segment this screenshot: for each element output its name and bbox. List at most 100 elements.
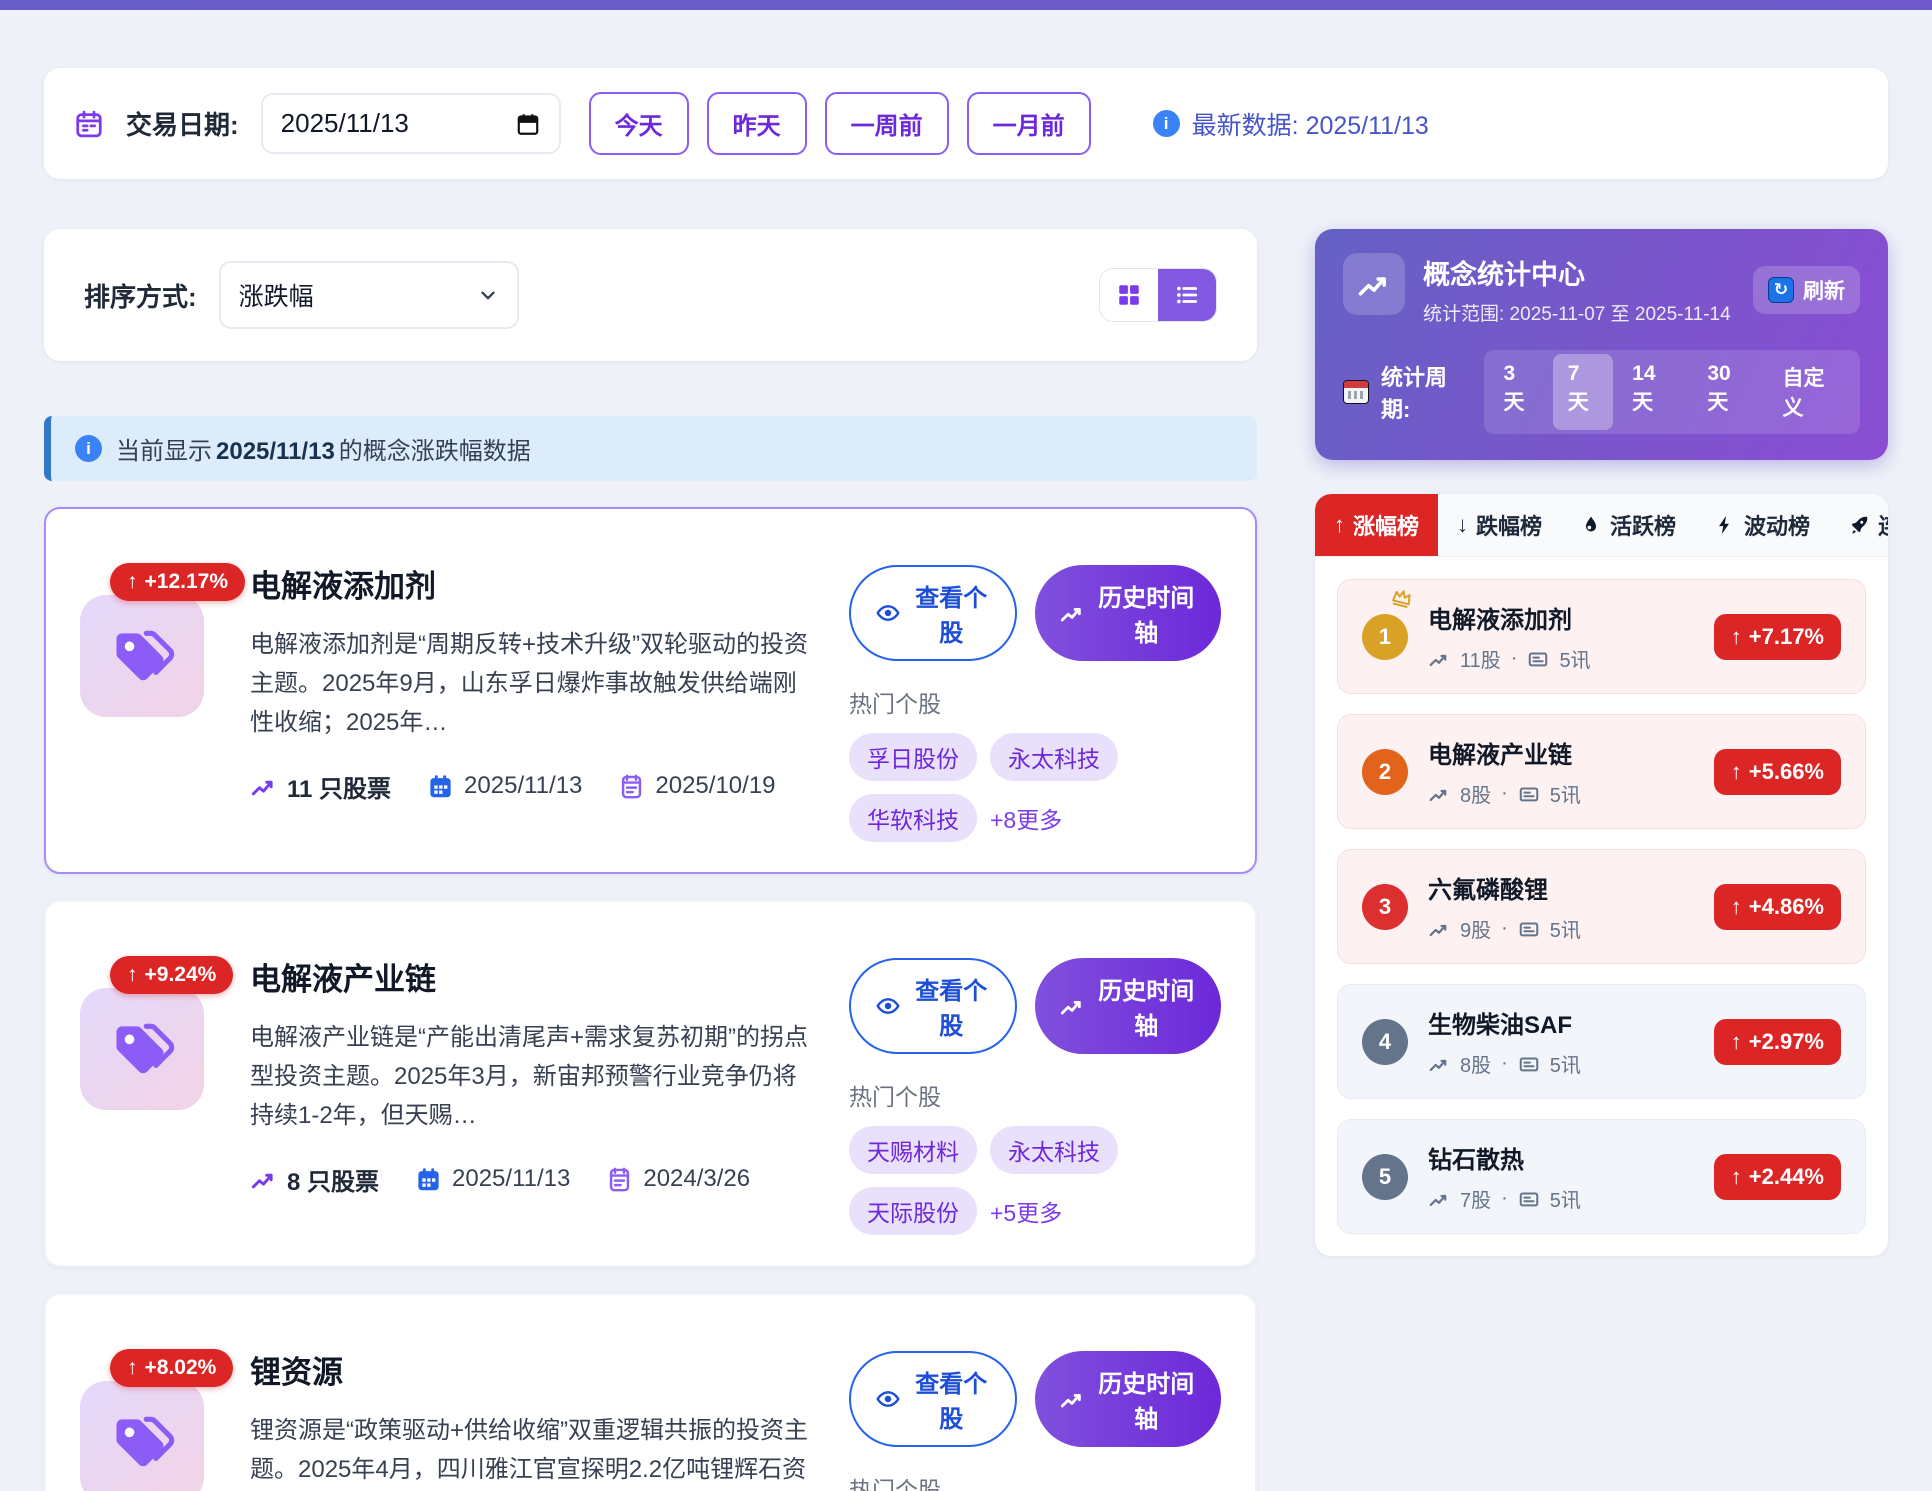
banner-text: 当前显示2025/11/13的概念涨跌幅数据 <box>116 431 531 466</box>
rank-stock-count: 9股 <box>1460 914 1491 943</box>
rank-item[interactable]: 5 钻石散热 7股 · 5讯 ↑+2.44% <box>1337 1119 1866 1234</box>
trend-chart-icon <box>250 1166 277 1193</box>
banner-prefix: 当前显示 <box>116 438 212 465</box>
concept-description: 锂资源是“政策驱动+供给收缩”双重逻辑共振的投资主题。2025年4月，四川雅江官… <box>250 1412 815 1491</box>
tab-volatility[interactable]: 波动榜 <box>1695 494 1829 556</box>
stock-chip[interactable]: 永太科技 <box>990 1126 1118 1174</box>
rank-stock-count: 11股 <box>1460 644 1501 673</box>
banner-suffix: 的概念涨跌幅数据 <box>339 438 531 465</box>
today-button[interactable]: 今天 <box>589 92 689 155</box>
yesterday-button[interactable]: 昨天 <box>707 92 807 155</box>
view-toggle <box>1099 268 1217 322</box>
stock-chip[interactable]: 孚日股份 <box>849 733 977 781</box>
rank-item-title: 生物柴油SAF <box>1428 1005 1581 1040</box>
rank-item-stats: 7股 · 5讯 <box>1428 1184 1581 1213</box>
rank-change-badge: ↑+7.17% <box>1714 614 1841 660</box>
create-date: 2024/3/26 <box>606 1165 750 1193</box>
timeline-chart-icon <box>1059 600 1085 626</box>
more-stocks-link[interactable]: +5更多 <box>990 1194 1062 1228</box>
stock-chip[interactable]: 天赐材料 <box>849 1126 977 1174</box>
rank-item[interactable]: 4 生物柴油SAF 8股 · 5讯 ↑+2.97% <box>1337 984 1866 1099</box>
stock-chip[interactable]: 永太科技 <box>990 733 1118 781</box>
date-picker-icon[interactable] <box>515 111 541 137</box>
rank-item-title: 六氟磷酸锂 <box>1428 870 1581 905</box>
latest-data-info: i 最新数据: 2025/11/13 <box>1153 106 1429 142</box>
calendar-blue-icon <box>427 773 454 800</box>
rank-change-badge: ↑+5.66% <box>1714 749 1841 795</box>
concept-body: 锂资源 锂资源是“政策驱动+供给收缩”双重逻辑共振的投资主题。2025年4月，四… <box>250 1325 815 1491</box>
tab-active[interactable]: 活跃榜 <box>1561 494 1695 556</box>
tab-streak[interactable]: 连涨榜 <box>1829 494 1888 556</box>
concept-body: 电解液产业链 电解液产业链是“产能出清尾声+需求复苏初期”的拐点型投资主题。20… <box>250 932 815 1235</box>
stock-count: 8 只股票 <box>250 1162 379 1197</box>
current-view-banner: i 当前显示2025/11/13的概念涨跌幅数据 <box>44 416 1257 481</box>
concept-description: 电解液产业链是“产能出清尾声+需求复苏初期”的拐点型投资主题。2025年3月，新… <box>250 1019 815 1136</box>
arrow-up-icon: ↑ <box>127 963 138 987</box>
list-view-button[interactable] <box>1158 269 1216 321</box>
period-14d-button[interactable]: 14天 <box>1617 354 1688 430</box>
concept-actions: 查看个股 历史时间轴 <box>849 1351 1221 1447</box>
concept-card[interactable]: ↑+12.17% 电解液添加剂 电解液添加剂是“周期反转+技术升级”双轮驱动的投… <box>44 507 1257 874</box>
date-input[interactable] <box>261 93 561 154</box>
refresh-button[interactable]: ↻ 刷新 <box>1753 266 1860 314</box>
timeline-label: 历史时间轴 <box>1095 1364 1197 1434</box>
week-ago-button[interactable]: 一周前 <box>825 92 949 155</box>
trend-chart-icon <box>1356 266 1392 302</box>
arrow-up-icon: ↑ <box>1731 1029 1742 1055</box>
month-ago-button[interactable]: 一月前 <box>967 92 1091 155</box>
tab-gainers[interactable]: ↑ 涨幅榜 <box>1315 494 1438 556</box>
period-7d-button[interactable]: 7天 <box>1553 354 1613 430</box>
period-3d-button[interactable]: 3天 <box>1488 354 1548 430</box>
view-stocks-button[interactable]: 查看个股 <box>849 958 1017 1054</box>
rank-item-body: 生物柴油SAF 8股 · 5讯 <box>1428 1005 1581 1078</box>
trend-chart-icon <box>1428 1053 1450 1075</box>
sort-card: 排序方式: 涨跌幅 <box>44 229 1257 361</box>
date-input-field[interactable] <box>281 108 481 139</box>
arrow-up-icon: ↑ <box>1731 759 1742 785</box>
timeline-button[interactable]: 历史时间轴 <box>1035 958 1221 1054</box>
sort-selected-value: 涨跌幅 <box>239 277 314 313</box>
rank-number-badge: 1 <box>1362 614 1408 660</box>
tab-label: 活跃榜 <box>1610 509 1676 541</box>
tab-losers[interactable]: ↓ 跌幅榜 <box>1438 494 1561 556</box>
concept-card[interactable]: ↑+9.24% 电解液产业链 电解液产业链是“产能出清尾声+需求复苏初期”的拐点… <box>44 900 1257 1267</box>
concept-side: 查看个股 历史时间轴 热门个股 赣锋锂业 天齐锂业 紫金矿业 +11更多 <box>849 1325 1221 1491</box>
news-icon <box>1518 918 1540 940</box>
concept-card[interactable]: ↑+8.02% 锂资源 锂资源是“政策驱动+供给收缩”双重逻辑共振的投资主题。2… <box>44 1293 1257 1491</box>
stats-titles: 概念统计中心 统计范围: 2025-11-07 至 2025-11-14 <box>1423 253 1731 326</box>
rank-tabs: ↑ 涨幅榜 ↓ 跌幅榜 活跃榜 波动榜 <box>1315 494 1888 557</box>
grid-view-button[interactable] <box>1100 269 1158 321</box>
concept-meta: 11 只股票 2025/11/13 2025/10/19 <box>250 769 815 804</box>
concept-icon-area: ↑+8.02% <box>80 1325 216 1491</box>
timeline-button[interactable]: 历史时间轴 <box>1035 1351 1221 1447</box>
more-stocks-link[interactable]: +8更多 <box>990 801 1062 835</box>
change-badge: ↑+8.02% <box>110 1349 233 1387</box>
rank-item-body: 钻石散热 7股 · 5讯 <box>1428 1140 1581 1213</box>
hot-stocks-label: 热门个股 <box>849 1078 1221 1112</box>
calendar-icon <box>74 109 104 139</box>
period-30d-button[interactable]: 30天 <box>1692 354 1763 430</box>
sort-label: 排序方式: <box>84 277 197 314</box>
concept-meta: 8 只股票 2025/11/13 2024/3/26 <box>250 1162 815 1197</box>
view-stocks-button[interactable]: 查看个股 <box>849 565 1017 661</box>
rank-item[interactable]: 3 六氟磷酸锂 9股 · 5讯 ↑+4.86% <box>1337 849 1866 964</box>
view-stocks-button[interactable]: 查看个股 <box>849 1351 1017 1447</box>
grid-icon <box>1116 282 1142 308</box>
concept-side: 查看个股 历史时间轴 热门个股 天赐材料 永太科技 天际股份 +5更多 <box>849 932 1221 1235</box>
timeline-label: 历史时间轴 <box>1095 578 1197 648</box>
dot-separator: · <box>1501 917 1508 940</box>
period-custom-button[interactable]: 自定义 <box>1768 354 1856 430</box>
news-icon <box>1518 1053 1540 1075</box>
sort-select[interactable]: 涨跌幅 <box>219 261 519 329</box>
stock-chip[interactable]: 华软科技 <box>849 794 977 842</box>
create-date-value: 2024/3/26 <box>643 1165 750 1193</box>
rank-change-value: +7.17% <box>1749 624 1824 650</box>
rank-item[interactable]: 2 电解液产业链 8股 · 5讯 ↑+5.66% <box>1337 714 1866 829</box>
timeline-button[interactable]: 历史时间轴 <box>1035 565 1221 661</box>
rank-stock-count: 8股 <box>1460 779 1491 808</box>
concept-icon-area: ↑+9.24% <box>80 932 216 1235</box>
stock-chip[interactable]: 天际股份 <box>849 1187 977 1235</box>
rank-item[interactable]: 1 电解液添加剂 11股 · 5讯 ↑+7.1 <box>1337 579 1866 694</box>
tags-icon <box>108 1015 176 1083</box>
chevron-down-icon <box>477 284 499 306</box>
